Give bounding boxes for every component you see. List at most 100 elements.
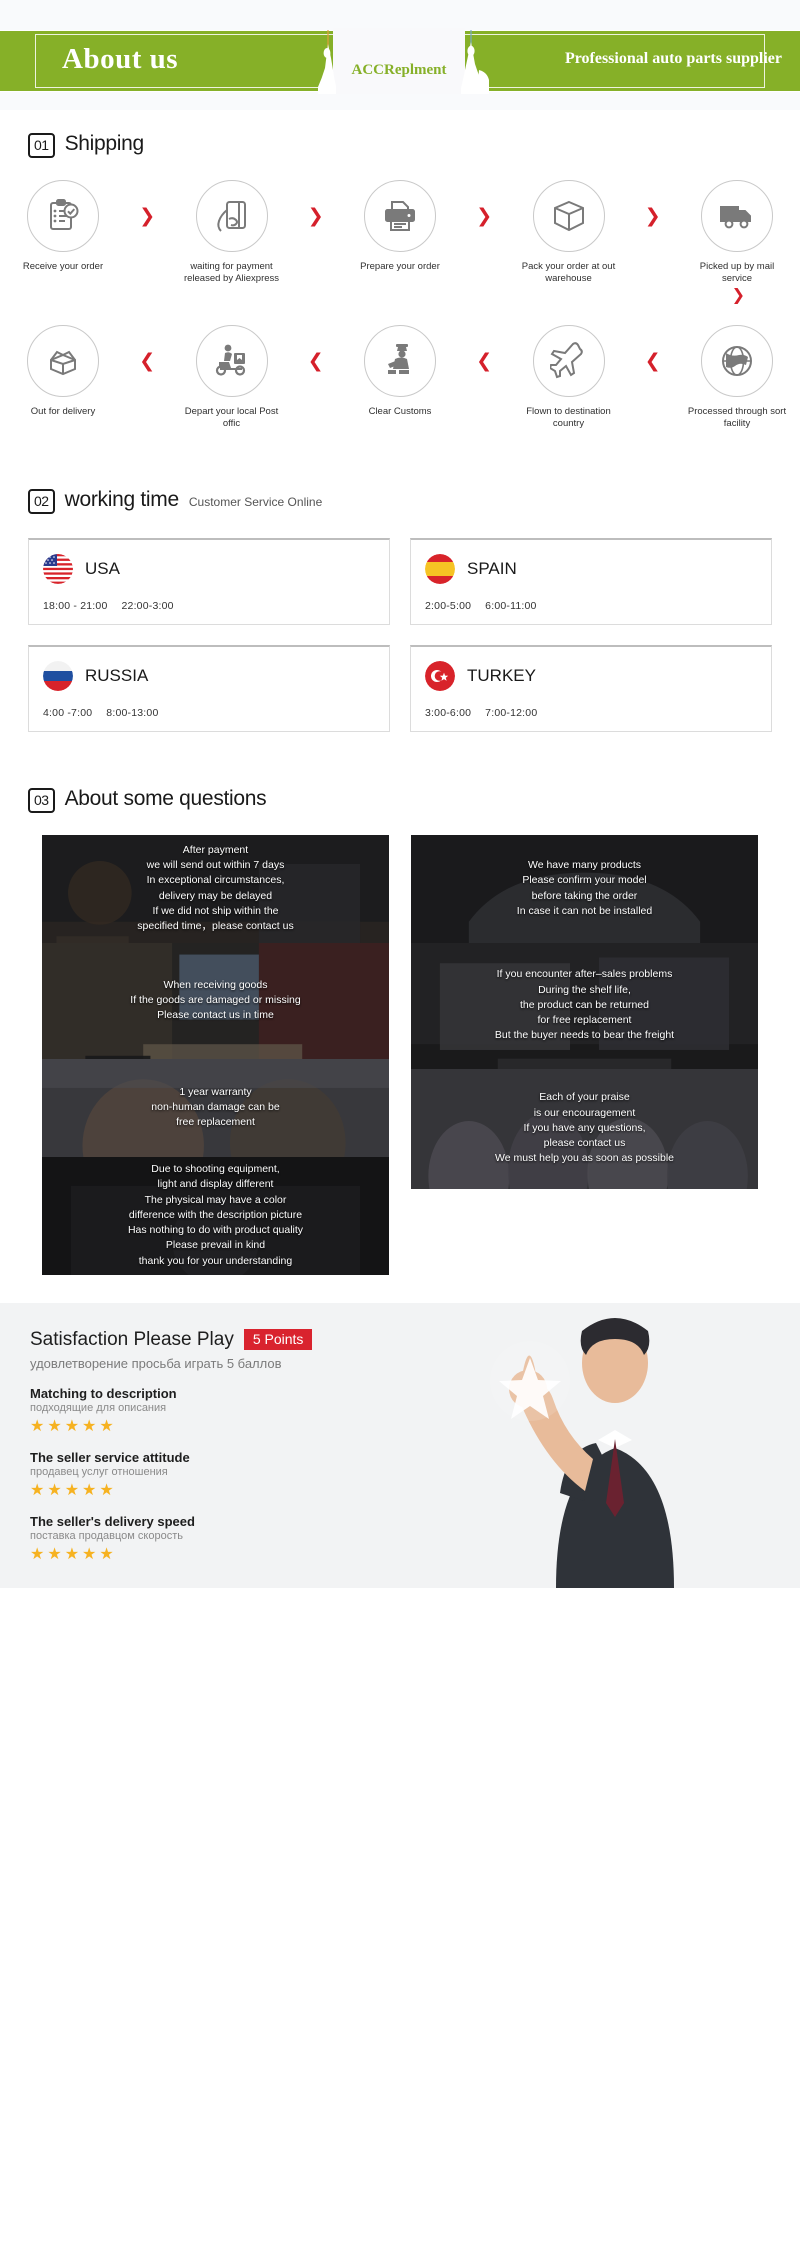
hours-slot: 4:00 -7:00 [43, 706, 93, 719]
step-label: Prepare your order [360, 261, 440, 272]
country-name: USA [85, 558, 120, 578]
panel-text: 1 year warranty non-human damage can be … [151, 1085, 280, 1129]
rating-stars: ★★★★★ [30, 1543, 117, 1563]
step-label: Pack your order at out warehouse [521, 261, 616, 284]
clipboard-check-icon [50, 199, 79, 230]
shipping-section: 01 Shipping Receive your order ❯ waiting… [0, 110, 800, 430]
hours-slot: 18:00 - 21:00 [43, 599, 108, 612]
panel-text: Each of your praise is our encouragement… [495, 1091, 674, 1165]
panel-text: If you encounter after–sales problems Du… [494, 968, 675, 1042]
chevron-left-icon: ❮ [139, 349, 156, 372]
working-time-section-number: 02 [28, 488, 55, 514]
scooter-courier-icon [215, 344, 245, 376]
step-label: Out for delivery [30, 405, 96, 417]
card-hours: 2:00-5:00 6:00-11:00 [425, 600, 757, 612]
logo-plate [333, 28, 465, 94]
question-panel: 1 year warranty non-human damage can be … [42, 1058, 389, 1157]
spain-flag-icon [425, 553, 455, 584]
shipping-step: waiting for payment released by Aliexpre… [181, 180, 283, 285]
step-label: Picked up by mail service [699, 261, 775, 284]
step-icon-circle [364, 180, 436, 252]
shipping-step: Processed through sort facility [686, 324, 788, 430]
card-header: TURKEY [425, 660, 757, 691]
step-icon-circle [364, 324, 436, 397]
card-hours: 18:00 - 21:00 22:00-3:00 [43, 600, 375, 612]
satisfaction-title: Satisfaction Please Play [30, 1328, 234, 1350]
rating-label-ru: продавец услуг отношения [30, 1465, 168, 1478]
step-label: Depart your local Post offic [184, 405, 279, 429]
satisfaction-title-row: Satisfaction Please Play 5 Points [30, 1329, 360, 1351]
step-label: Flown to destination country [526, 405, 611, 429]
step-icon-circle [532, 324, 605, 397]
questions-left-column: After payment we will send out within 7 … [42, 834, 389, 1275]
rating-label-en: The seller's delivery speed [30, 1513, 195, 1529]
rating-item: The seller service attitude продавец усл… [30, 1450, 360, 1499]
shipping-steps-row-1: Receive your order ❯ waiting for payment… [0, 180, 800, 285]
working-time-heading: 02 working time Customer Service Online [0, 488, 800, 514]
shipping-section-title: Shipping [64, 132, 145, 155]
shipping-step: Receive your order [12, 180, 114, 273]
airplane-icon [549, 341, 583, 379]
rating-item: Matching to description подходящие для о… [30, 1386, 360, 1435]
step-icon-circle [532, 180, 605, 252]
about-us-page: ACCReplment About us Professional auto p… [0, 0, 800, 2244]
truck-icon [720, 206, 751, 229]
question-panel: Each of your praise is our encouragement… [411, 1068, 758, 1189]
country-name: SPAIN [467, 558, 517, 578]
panel-text: We have many products Please confirm you… [516, 859, 653, 917]
questions-section: 03 About some questions After payment we… [0, 732, 800, 1275]
satisfaction-content: Satisfaction Please Play 5 Points удовле… [30, 1329, 360, 1564]
country-card-spain: SPAIN 2:00-5:00 6:00-11:00 [410, 537, 772, 625]
russia-flag-icon [43, 660, 73, 691]
hours-slot: 3:00-6:00 [425, 706, 472, 719]
header-tagline: Professional auto parts supplier [564, 50, 782, 67]
shipping-heading: 01 Shipping [0, 132, 800, 158]
working-time-note: Customer Service Online [188, 494, 323, 509]
businessman-pointing-photo [360, 1302, 800, 1588]
question-panel: After payment we will send out within 7 … [42, 834, 389, 943]
card-header: USA [43, 553, 375, 584]
working-time-section-title: working time [64, 487, 180, 511]
questions-columns: After payment we will send out within 7 … [0, 813, 800, 1275]
shipping-step: Flown to destination country [518, 324, 620, 430]
shipping-step: Out for delivery [12, 324, 114, 418]
chevron-left-icon: ❮ [476, 349, 493, 372]
rating-label-ru: поставка продавцом скорость [30, 1529, 183, 1542]
shipping-step: Depart your local Post offic [181, 324, 283, 430]
rating-stars: ★★★★★ [30, 1415, 117, 1435]
step-label: Processed through sort facility [687, 405, 787, 429]
card-header: RUSSIA [43, 660, 375, 691]
hours-slot: 22:00-3:00 [121, 599, 174, 612]
hours-slot: 2:00-5:00 [425, 599, 472, 612]
shipping-step: Prepare your order [349, 180, 451, 273]
rating-stars: ★★★★★ [30, 1479, 117, 1499]
card-hours: 4:00 -7:00 8:00-13:00 [43, 707, 375, 719]
footer-spacer [0, 1587, 800, 1602]
chevron-right-icon: ❯ [139, 205, 156, 227]
shipping-steps-row-2: Out for delivery ❮ Depart your local Pos… [0, 324, 800, 430]
questions-section-title: About some questions [64, 786, 267, 810]
step-label: Receive your order [22, 261, 104, 272]
rating-label-en: Matching to description [30, 1385, 177, 1401]
country-card-turkey: TURKEY 3:00-6:00 7:00-12:00 [410, 644, 772, 732]
step-label: Clear Customs [368, 405, 432, 417]
questions-right-column: We have many products Please confirm you… [411, 834, 758, 1189]
panel-text: After payment we will send out within 7 … [137, 843, 294, 932]
step-icon-circle [701, 324, 773, 397]
turkey-flag-icon [425, 660, 455, 691]
hand-card-icon [216, 201, 246, 232]
points-badge: 5 Points [243, 1329, 313, 1350]
brand-logo-text: ACCReplment [351, 62, 447, 78]
question-panel: When receiving goods If the goods are da… [42, 942, 389, 1059]
shipping-step: Clear Customs [349, 324, 451, 418]
questions-heading: 03 About some questions [0, 787, 800, 813]
country-name: TURKEY [467, 665, 536, 685]
question-panel: We have many products Please confirm you… [411, 834, 758, 943]
chevron-left-icon: ❮ [644, 349, 661, 372]
questions-section-number: 03 [28, 787, 55, 813]
country-name: RUSSIA [85, 665, 149, 685]
customs-officer-icon [388, 343, 409, 374]
page-header-banner: ACCReplment About us Professional auto p… [0, 0, 800, 110]
rating-label-ru: подходящие для описания [30, 1401, 167, 1414]
step-icon-circle [195, 324, 268, 397]
